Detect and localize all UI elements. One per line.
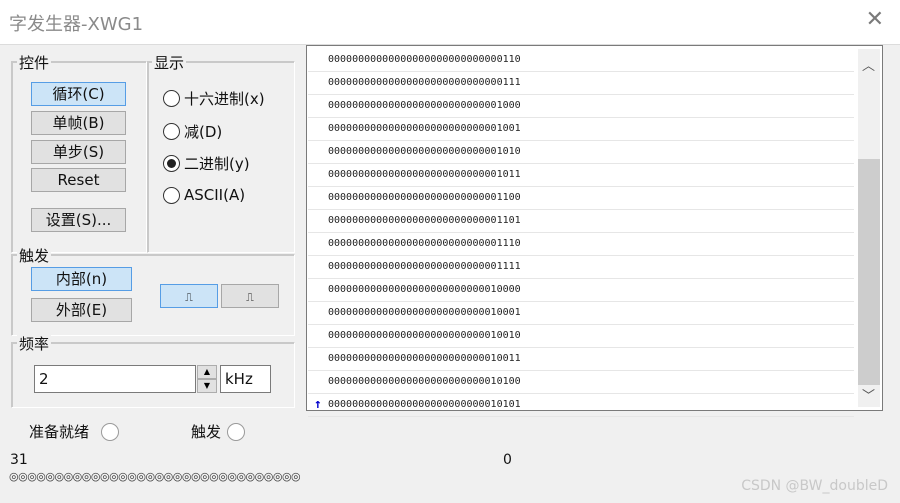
data-row[interactable]: 00000000000000000000000000000110 (308, 49, 854, 72)
radio-hex[interactable]: 十六进制(x) (163, 88, 265, 109)
trigger-indicator (227, 423, 245, 441)
bit-low-label: 0 (503, 452, 512, 468)
settings-button[interactable]: 设置(S)... (31, 208, 126, 232)
vertical-scrollbar[interactable]: ︿ ﹀ (858, 49, 880, 407)
radio-ascii[interactable]: ASCII(A) (163, 186, 245, 204)
frequency-unit-field[interactable]: kHz (220, 365, 271, 393)
radio-hex-label: 十六进制(x) (184, 90, 265, 108)
chevron-down-icon[interactable]: ▼ (197, 379, 217, 393)
window-title: 字发生器-XWG1 (9, 14, 144, 35)
data-row[interactable]: 00000000000000000000000000001111 (308, 256, 854, 279)
radio-circle-icon (163, 186, 180, 204)
data-row-value: 00000000000000000000000000000111 (328, 77, 521, 88)
title-bar: 字发生器-XWG1 ✕ (0, 0, 900, 45)
data-row[interactable]: 00000000000000000000000000001010 (308, 141, 854, 164)
data-row[interactable]: 00000000000000000000000000010011 (308, 348, 854, 371)
radio-selected-icon (163, 155, 180, 172)
scroll-down-icon[interactable]: ﹀ (862, 385, 875, 404)
radio-bin-label: 二进制(y) (184, 155, 250, 173)
falling-edge-icon: ⎍ (246, 291, 254, 304)
data-row-value: 00000000000000000000000000001000 (328, 100, 521, 111)
data-row[interactable]: 00000000000000000000000000001000 (308, 95, 854, 118)
data-row[interactable]: 00000000000000000000000000000111 (308, 72, 854, 95)
radio-dec-label: 减(D) (184, 123, 223, 141)
burst-button[interactable]: 单帧(B) (31, 111, 126, 135)
current-position-arrow-icon: ↑ (314, 397, 322, 412)
data-row[interactable]: 00000000000000000000000000010100 (308, 371, 854, 394)
radio-circle-icon (163, 90, 180, 107)
data-row-value: 00000000000000000000000000010101 (328, 399, 521, 410)
reset-button[interactable]: Reset (31, 168, 126, 192)
output-pins[interactable]: ◎◎◎◎◎◎◎◎◎◎◎◎◎◎◎◎◎◎◎◎◎◎◎◎◎◎◎◎◎◎◎◎ (9, 470, 301, 483)
data-row[interactable]: ↑ 00000000000000000000000000010101 (308, 394, 854, 417)
external-trigger-button[interactable]: 外部(E) (31, 298, 132, 322)
data-row[interactable]: 00000000000000000000000000001001 (308, 118, 854, 141)
scroll-up-icon[interactable]: ︿ (862, 55, 875, 74)
watermark: CSDN @BW_doubleD (741, 478, 888, 494)
ready-indicator (101, 423, 119, 441)
cycle-button[interactable]: 循环(C) (31, 82, 126, 106)
ready-status-label: 准备就绪 (29, 423, 90, 441)
data-row[interactable]: 00000000000000000000000000010001 (308, 302, 854, 325)
word-data-list[interactable]: 00000000000000000000000000000110 00000000… (308, 49, 854, 417)
radio-ascii-label: ASCII(A) (184, 186, 246, 204)
chevron-up-icon[interactable]: ▲ (197, 365, 217, 379)
internal-trigger-button[interactable]: 内部(n) (31, 267, 132, 291)
data-row[interactable]: 00000000000000000000000000001011 (308, 164, 854, 187)
radio-dec[interactable]: 减(D) (163, 121, 222, 142)
radio-circle-icon (163, 123, 180, 140)
data-row-value: 00000000000000000000000000000110 (328, 54, 521, 65)
controls-label: 控件 (17, 52, 52, 73)
data-row-value: 00000000000000000000000000001111 (328, 261, 521, 272)
data-row-value: 00000000000000000000000000001010 (328, 146, 521, 157)
step-button[interactable]: 单步(S) (31, 140, 126, 164)
trigger-label: 触发 (17, 245, 52, 266)
data-row[interactable]: 00000000000000000000000000001100 (308, 187, 854, 210)
rising-edge-button[interactable]: ⎍ (160, 284, 218, 308)
radio-bin[interactable]: 二进制(y) (163, 153, 250, 174)
data-row[interactable]: 00000000000000000000000000010000 (308, 279, 854, 302)
bit-high-label: 31 (10, 452, 28, 468)
word-data-panel[interactable]: 00000000000000000000000000000110 00000000… (306, 45, 883, 417)
display-label: 显示 (152, 52, 187, 73)
close-icon[interactable]: ✕ (866, 9, 884, 31)
trigger-status-label: 触发 (191, 423, 222, 441)
data-row-value: 00000000000000000000000000010100 (328, 376, 521, 387)
data-row-value: 00000000000000000000000000010011 (328, 353, 521, 364)
falling-edge-button[interactable]: ⎍ (221, 284, 279, 308)
data-row-value: 00000000000000000000000000001100 (328, 192, 521, 203)
frequency-stepper[interactable]: ▲ ▼ (197, 365, 217, 393)
data-row-value: 00000000000000000000000000010001 (328, 307, 521, 318)
data-row[interactable]: 00000000000000000000000000001110 (308, 233, 854, 256)
data-row-value: 00000000000000000000000000010010 (328, 330, 521, 341)
data-row-value: 00000000000000000000000000001110 (328, 238, 521, 249)
data-row-value: 00000000000000000000000000001101 (328, 215, 521, 226)
data-row-value: 00000000000000000000000000001011 (328, 169, 521, 180)
data-row-value: 00000000000000000000000000010000 (328, 284, 521, 295)
rising-edge-icon: ⎍ (185, 291, 193, 304)
data-row[interactable]: 00000000000000000000000000001101 (308, 210, 854, 233)
data-row-value: 00000000000000000000000000001001 (328, 123, 521, 134)
frequency-label: 频率 (17, 333, 52, 354)
frequency-input[interactable]: 2 (34, 365, 196, 393)
scrollbar-thumb[interactable] (858, 159, 880, 385)
data-row[interactable]: 00000000000000000000000000010010 (308, 325, 854, 348)
